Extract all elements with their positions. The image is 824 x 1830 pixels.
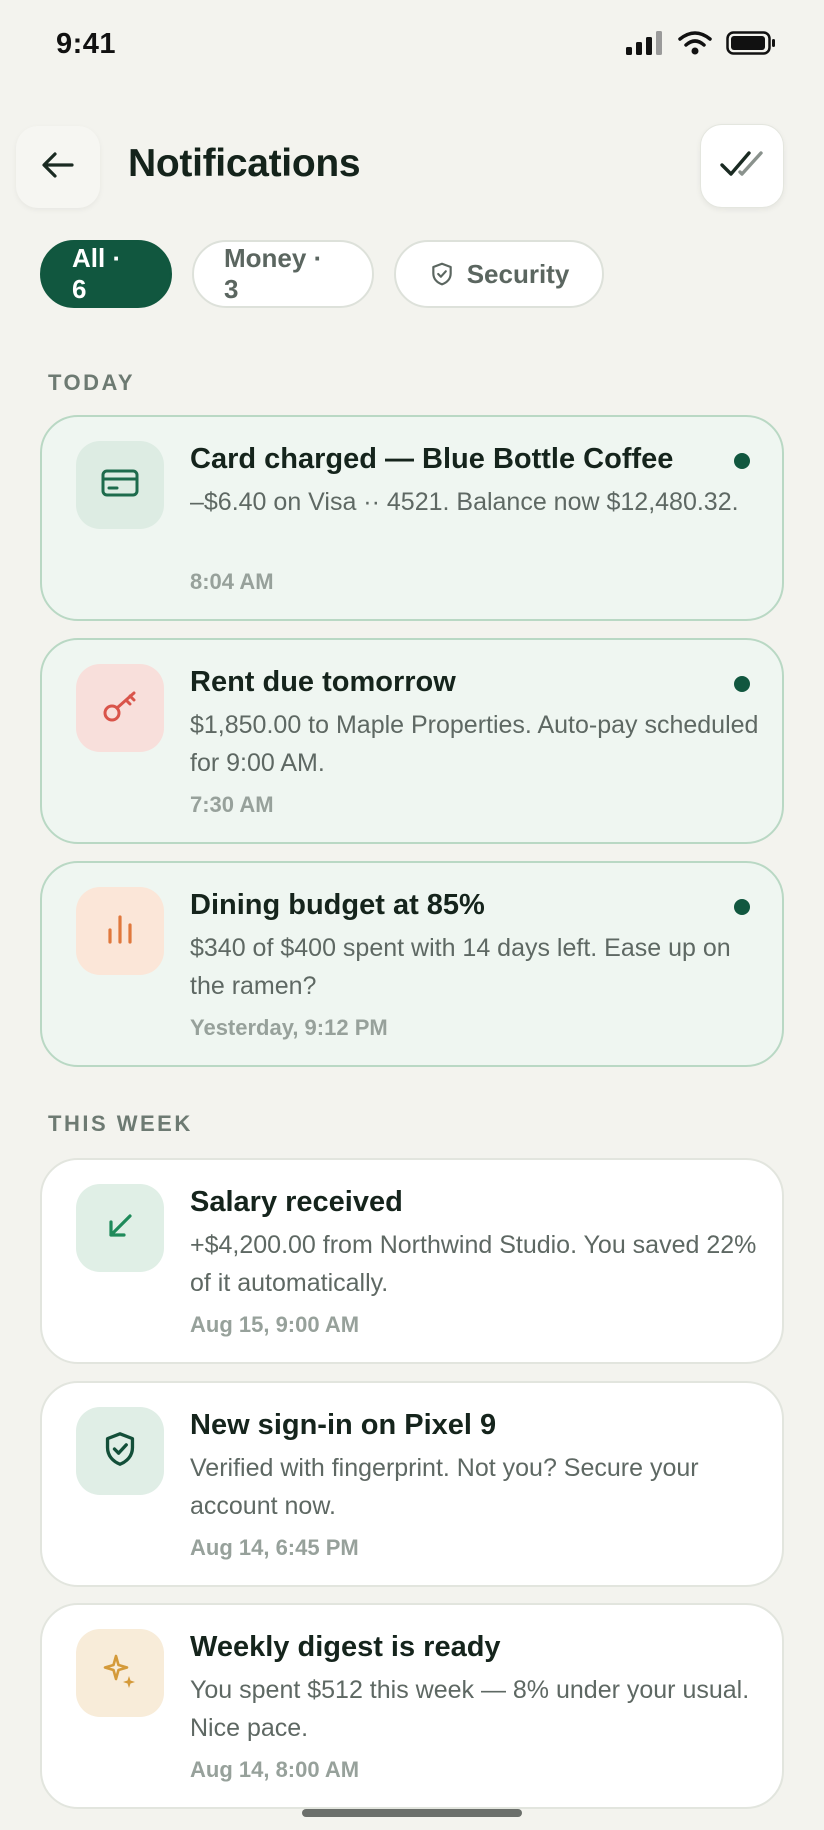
- notification-card[interactable]: Salary received +$4,200.00 from Northwin…: [40, 1158, 784, 1364]
- bar-chart-icon: [103, 912, 137, 951]
- credit-card-icon: [101, 468, 139, 503]
- unread-dot: [734, 453, 750, 469]
- notification-icon-tile: [76, 664, 164, 752]
- home-indicator[interactable]: [302, 1809, 522, 1817]
- notification-title: New sign-in on Pixel 9: [190, 1409, 497, 1441]
- arrow-down-left-icon: [104, 1210, 136, 1247]
- filter-chip-money[interactable]: Money · 3: [192, 240, 374, 308]
- notification-card[interactable]: Dining budget at 85% $340 of $400 spent …: [40, 861, 784, 1067]
- notification-body: You spent $512 this week — 8% under your…: [190, 1676, 750, 1742]
- shield-check-icon: [103, 1431, 137, 1472]
- sparkle-icon: [101, 1652, 139, 1695]
- notification-body: $1,850.00 to Maple Properties. Auto-pay …: [190, 711, 759, 777]
- notification-body: –$6.40 on Visa ·· 4521. Balance now $12,…: [190, 488, 739, 516]
- notification-card[interactable]: Weekly digest is ready You spent $512 th…: [40, 1603, 784, 1809]
- filter-chips: All · 6 Money · 3 Security: [40, 240, 604, 308]
- notification-icon-tile: [76, 1184, 164, 1272]
- mark-all-read-button[interactable]: [700, 124, 784, 208]
- filter-chip-security[interactable]: Security: [394, 240, 604, 308]
- filter-chip-all[interactable]: All · 6: [40, 240, 172, 308]
- status-time: 9:41: [56, 28, 117, 60]
- notification-body: Verified with fingerprint. Not you? Secu…: [190, 1454, 699, 1520]
- notification-time: 7:30 AM: [190, 792, 274, 817]
- notification-body: $340 of $400 spent with 14 days left. Ea…: [190, 934, 731, 1000]
- section-label-today: TODAY: [48, 370, 136, 395]
- notification-title: Salary received: [190, 1186, 403, 1218]
- notification-card[interactable]: New sign-in on Pixel 9 Verified with fin…: [40, 1381, 784, 1587]
- back-button[interactable]: [16, 126, 100, 208]
- notification-title: Rent due tomorrow: [190, 666, 456, 698]
- unread-dot: [734, 899, 750, 915]
- notification-title: Dining budget at 85%: [190, 889, 485, 921]
- filter-chip-label: Money · 3: [224, 243, 323, 304]
- notification-card[interactable]: Rent due tomorrow $1,850.00 to Maple Pro…: [40, 638, 784, 844]
- battery-icon: [726, 31, 776, 60]
- key-icon: [101, 687, 139, 730]
- unread-dot: [734, 676, 750, 692]
- notification-body: +$4,200.00 from Northwind Studio. You sa…: [190, 1231, 757, 1297]
- notification-time: 8:04 AM: [190, 569, 274, 594]
- notification-time: Aug 14, 6:45 PM: [190, 1535, 359, 1560]
- notification-icon-tile: [76, 441, 164, 529]
- wifi-icon: [678, 30, 712, 61]
- status-bar: 9:41: [0, 0, 824, 90]
- notification-time: Aug 15, 9:00 AM: [190, 1312, 360, 1337]
- filter-chip-label: All · 6: [72, 243, 122, 304]
- notification-time: Yesterday, 9:12 PM: [190, 1015, 388, 1040]
- filter-chip-label: Security: [466, 258, 570, 289]
- arrow-left-icon: [40, 147, 76, 188]
- section-label-this-week: THIS WEEK: [48, 1111, 193, 1136]
- double-check-icon: [719, 148, 765, 185]
- notification-icon-tile: [76, 1407, 164, 1495]
- notifications-screen: 9:41 Notifications All · 6 Money · 3 Sec…: [0, 0, 824, 1830]
- page-title: Notifications: [128, 142, 361, 185]
- status-icons: [626, 30, 776, 61]
- notification-icon-tile: [76, 1629, 164, 1717]
- shield-icon: [429, 261, 455, 287]
- cellular-signal-icon: [626, 31, 664, 60]
- notification-icon-tile: [76, 887, 164, 975]
- notification-title: Weekly digest is ready: [190, 1631, 501, 1663]
- notification-title: Card charged — Blue Bottle Coffee: [190, 443, 674, 475]
- notification-card[interactable]: Card charged — Blue Bottle Coffee –$6.40…: [40, 415, 784, 621]
- notification-time: Aug 14, 8:00 AM: [190, 1757, 360, 1782]
